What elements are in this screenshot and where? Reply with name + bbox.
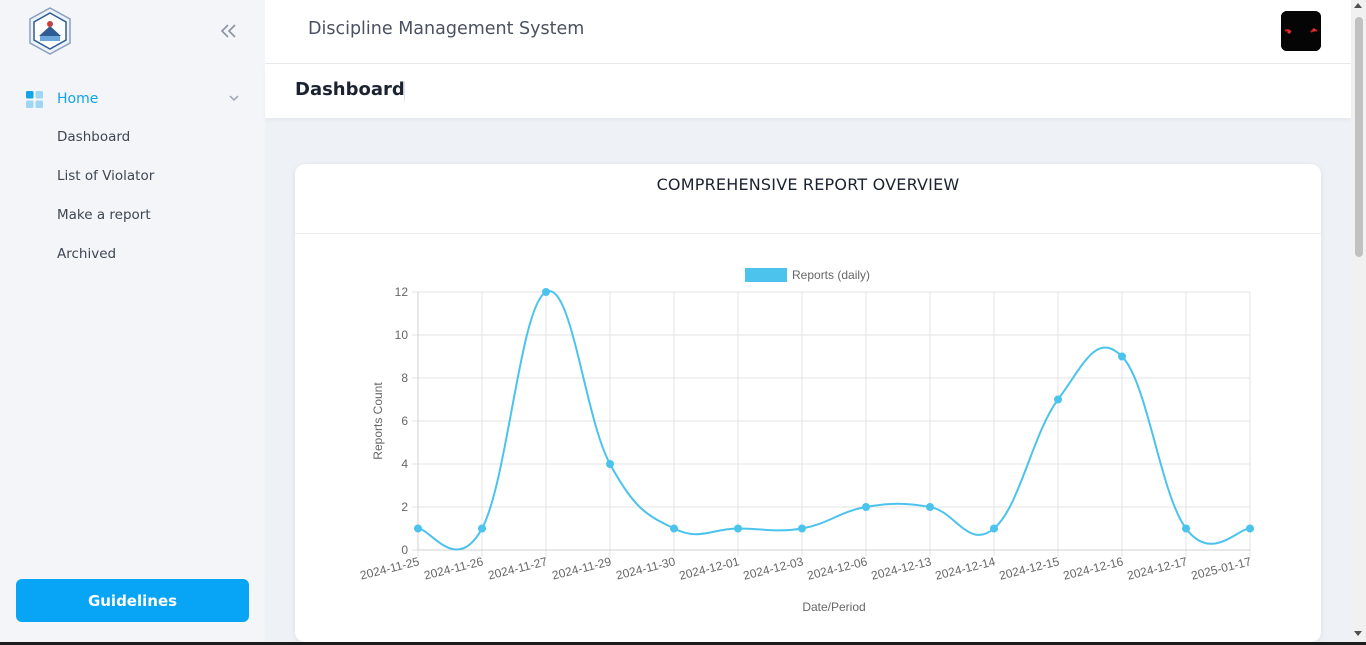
y-axis-title: Reports Count xyxy=(371,382,385,460)
data-point xyxy=(478,524,486,533)
data-point xyxy=(1246,524,1254,533)
x-tick-label: 2024-11-25 xyxy=(359,554,421,582)
y-tick-label: 8 xyxy=(401,371,408,385)
data-point xyxy=(1118,352,1126,361)
sidebar-item-home[interactable]: Home xyxy=(26,88,246,110)
legend-swatch xyxy=(745,268,787,282)
x-tick-label: 2024-12-01 xyxy=(678,554,741,583)
legend-label: Reports (daily) xyxy=(792,268,870,282)
x-tick-label: 2024-11-27 xyxy=(487,554,549,582)
vertical-scrollbar[interactable] xyxy=(1351,0,1366,645)
avatar-image-icon xyxy=(1281,11,1321,51)
y-tick-label: 6 xyxy=(401,414,408,428)
sidebar-item-archived[interactable]: Archived xyxy=(57,246,116,262)
data-point xyxy=(798,524,806,533)
data-point xyxy=(926,503,934,511)
data-point xyxy=(862,503,870,511)
user-avatar[interactable] xyxy=(1281,11,1321,51)
sidebar: Home Dashboard List of Violator Make a r… xyxy=(0,0,265,645)
x-tick-label: 2024-12-16 xyxy=(1062,554,1125,583)
y-tick-label: 10 xyxy=(395,328,409,342)
y-tick-label: 4 xyxy=(401,457,408,471)
sidebar-item-home-label: Home xyxy=(57,91,99,107)
data-point xyxy=(1182,524,1190,533)
scrollbar-thumb[interactable] xyxy=(1355,17,1363,257)
app-root: Home Dashboard List of Violator Make a r… xyxy=(0,0,1366,645)
sidebar-item-list-of-violator[interactable]: List of Violator xyxy=(57,168,154,184)
page-title-bar: Dashboard xyxy=(265,64,1351,118)
x-tick-label: 2024-11-30 xyxy=(615,554,677,582)
sidebar-item-make-a-report[interactable]: Make a report xyxy=(57,207,151,223)
x-tick-label: 2024-11-29 xyxy=(551,554,613,582)
x-tick-label: 2024-11-26 xyxy=(423,554,485,582)
guidelines-button[interactable]: Guidelines xyxy=(16,579,249,622)
data-point xyxy=(1054,395,1062,404)
x-tick-label: 2024-12-03 xyxy=(742,554,805,583)
collapse-sidebar-button[interactable] xyxy=(218,20,240,42)
scroll-up-arrow-icon[interactable] xyxy=(1354,3,1362,8)
scroll-down-arrow-icon[interactable] xyxy=(1354,631,1362,636)
school-logo xyxy=(25,6,75,56)
y-tick-label: 12 xyxy=(395,285,409,299)
series-line xyxy=(417,290,1251,551)
x-tick-label: 2024-12-17 xyxy=(1126,554,1189,583)
dashboard-grid-icon xyxy=(26,90,43,108)
sidebar-item-dashboard[interactable]: Dashboard xyxy=(57,129,130,145)
y-tick-label: 2 xyxy=(401,500,408,514)
data-point xyxy=(606,460,614,468)
x-tick-label: 2024-12-06 xyxy=(806,554,869,583)
x-tick-label: 2024-12-14 xyxy=(934,554,997,583)
top-header: Discipline Management System xyxy=(265,0,1351,64)
chevron-down-icon xyxy=(229,95,239,102)
x-tick-label: 2024-12-15 xyxy=(998,554,1061,583)
data-point xyxy=(990,524,998,533)
report-overview-card: COMPREHENSIVE REPORT OVERVIEW 0 2 4 6 8 10 12 2… xyxy=(295,164,1321,642)
title-divider xyxy=(404,81,405,101)
data-point xyxy=(414,524,422,533)
y-tick-label: 0 xyxy=(401,543,408,557)
app-title: Discipline Management System xyxy=(308,19,585,39)
x-tick-label: 2024-12-13 xyxy=(870,554,933,583)
data-point xyxy=(670,524,678,533)
x-axis-title: Date/Period xyxy=(802,600,865,614)
reports-line-chart: 0246810122024-11-25 2024-11-26 2024-11-27 2… xyxy=(359,268,1254,614)
data-point xyxy=(542,288,550,296)
x-tick-label: 2025-01-17 xyxy=(1190,554,1253,583)
page-title: Dashboard xyxy=(295,79,405,100)
double-chevron-left-icon xyxy=(221,24,236,38)
data-point xyxy=(734,524,742,533)
